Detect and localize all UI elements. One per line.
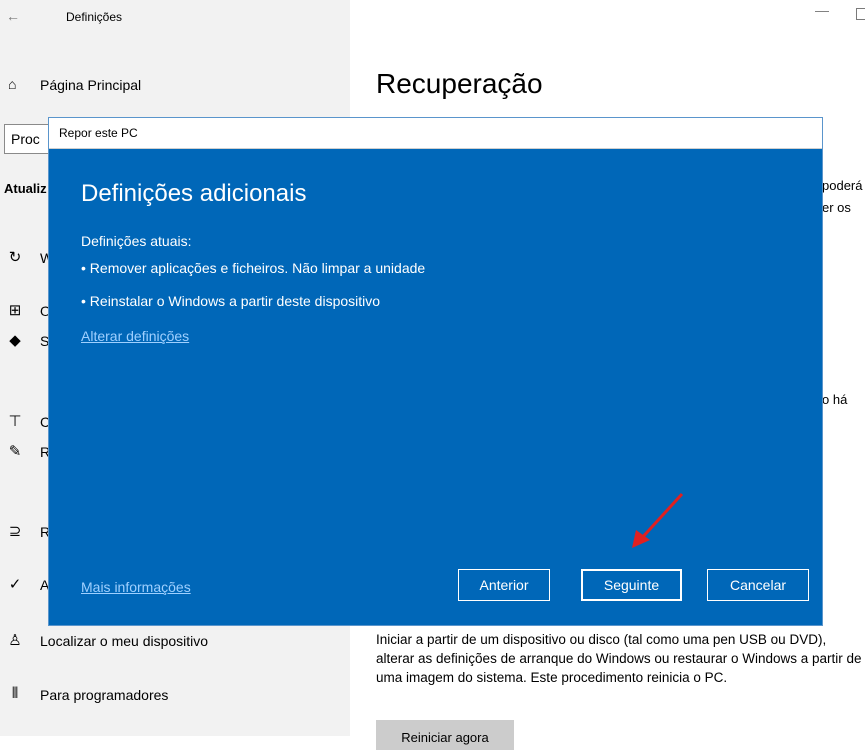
recovery-icon: ⊇ <box>8 523 22 540</box>
more-info-link[interactable]: Mais informações <box>81 579 191 595</box>
activation-check-icon: ✓ <box>8 576 22 593</box>
home-label: Página Principal <box>40 77 142 93</box>
dialog-heading: Definições adicionais <box>81 180 307 207</box>
sidebar-item-developers[interactable]: ⫴ Para programadores <box>0 680 350 710</box>
dialog-title: Repor este PC <box>59 126 138 140</box>
back-button[interactable]: Anterior <box>458 569 550 601</box>
cancel-button[interactable]: Cancelar <box>707 569 809 601</box>
setting-bullet: • Remover aplicações e ficheiros. Não li… <box>81 260 426 276</box>
troubleshoot-wrench-icon: ✎ <box>8 443 22 460</box>
peek-text: er os <box>822 200 851 215</box>
delivery-optimization-icon: ⊞ <box>8 302 22 319</box>
sidebar-item-label: Para programadores <box>40 687 169 703</box>
sidebar-item-label: Localizar o meu dispositivo <box>40 633 209 649</box>
section-heading: Atualiz <box>4 181 47 196</box>
current-settings-label: Definições atuais: <box>81 233 192 249</box>
sidebar-item-find-device[interactable]: ♙ Localizar o meu dispositivo <box>0 626 350 656</box>
advanced-startup-description: Iniciar a partir de um dispositivo ou di… <box>376 632 862 685</box>
minimize-button[interactable]: — <box>815 2 829 18</box>
peek-text: poderá <box>822 178 863 193</box>
reset-pc-dialog: Repor este PC Definições adicionais Defi… <box>48 117 823 626</box>
dialog-titlebar: Repor este PC <box>49 118 822 149</box>
refresh-icon: ↻ <box>8 249 22 266</box>
page-title: Recuperação <box>376 68 543 99</box>
window-title: Definições <box>66 10 123 24</box>
maximize-button[interactable] <box>856 8 865 20</box>
find-device-icon: ♙ <box>8 632 22 649</box>
setting-bullet: • Reinstalar o Windows a partir deste di… <box>81 293 381 309</box>
next-button[interactable]: Seguinte <box>581 569 682 601</box>
developer-tools-icon: ⫴ <box>11 685 19 702</box>
change-settings-link[interactable]: Alterar definições <box>81 328 189 344</box>
annotation-arrow-icon <box>632 492 684 548</box>
shield-icon: ◆ <box>9 332 21 349</box>
home-nav-item[interactable]: ⌂ Página Principal <box>0 70 350 100</box>
back-arrow-icon[interactable]: ← <box>6 8 20 24</box>
backup-upload-icon: ⊤ <box>8 413 22 430</box>
peek-text: o há <box>822 392 848 407</box>
restart-now-button[interactable]: Reiniciar agora <box>376 720 514 750</box>
home-icon: ⌂ <box>8 76 17 92</box>
